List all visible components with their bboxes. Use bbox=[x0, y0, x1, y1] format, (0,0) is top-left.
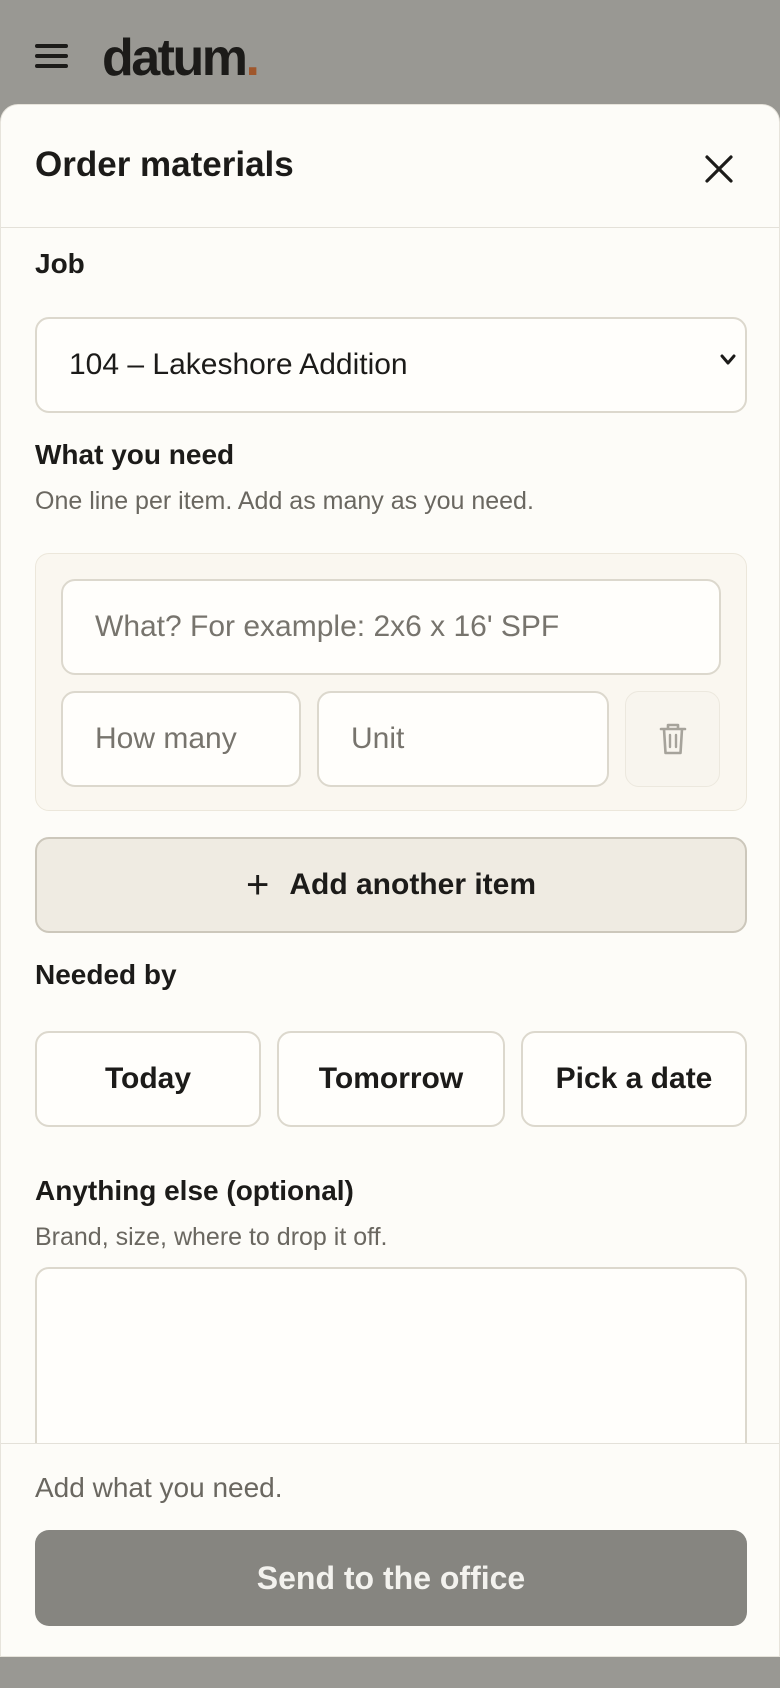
top-bar: datum. bbox=[0, 0, 780, 106]
job-select[interactable]: 104 – Lakeshore Addition bbox=[35, 317, 747, 413]
item-description-placeholder: What? For example: 2x6 x 16' SPF bbox=[95, 610, 560, 643]
needed-by-today-button[interactable]: Today bbox=[35, 1031, 261, 1127]
notes-label: Anything else (optional) bbox=[35, 1175, 354, 1206]
item-quantity-input[interactable]: How many bbox=[61, 691, 301, 787]
items-hint: One line per item. Add as many as you ne… bbox=[35, 487, 534, 515]
logo-dot: . bbox=[245, 29, 260, 87]
item-quantity-placeholder: How many bbox=[95, 722, 237, 755]
item-unit-input[interactable]: Unit bbox=[317, 691, 609, 787]
logo[interactable]: datum. bbox=[102, 28, 260, 88]
items-label: What you need bbox=[35, 439, 235, 470]
sheet-footer: Add what you need. Send to the office bbox=[1, 1443, 779, 1656]
needed-by-tomorrow-button[interactable]: Tomorrow bbox=[277, 1031, 505, 1127]
hamburger-menu-icon[interactable] bbox=[34, 40, 70, 70]
item-unit-placeholder: Unit bbox=[351, 722, 405, 755]
sheet-title: Order materials bbox=[35, 145, 294, 184]
job-select-value: 104 – Lakeshore Addition bbox=[69, 348, 408, 381]
notes-textarea[interactable] bbox=[35, 1267, 747, 1457]
add-item-button[interactable]: + Add another item bbox=[35, 837, 747, 933]
trash-icon bbox=[659, 723, 686, 755]
item-description-input[interactable]: What? For example: 2x6 x 16' SPF bbox=[61, 579, 721, 675]
needed-by-label: Needed by bbox=[35, 959, 177, 990]
add-item-label: Add another item bbox=[289, 868, 537, 901]
logo-text: datum bbox=[102, 29, 248, 87]
form-status-text: Add what you need. bbox=[35, 1472, 283, 1503]
notes-hint: Brand, size, where to drop it off. bbox=[35, 1223, 388, 1251]
plus-icon: + bbox=[245, 863, 270, 907]
close-icon[interactable] bbox=[701, 151, 737, 187]
send-to-office-button[interactable]: Send to the office bbox=[35, 1530, 747, 1626]
order-materials-sheet: Order materials Job 104 – Lakeshore Addi… bbox=[0, 104, 780, 1657]
chevron-down-icon bbox=[720, 354, 736, 365]
job-label: Job bbox=[35, 248, 85, 279]
pick-a-date-button[interactable]: Pick a date bbox=[521, 1031, 747, 1127]
sheet-header: Order materials bbox=[1, 105, 779, 228]
delete-item-button[interactable] bbox=[625, 691, 720, 787]
